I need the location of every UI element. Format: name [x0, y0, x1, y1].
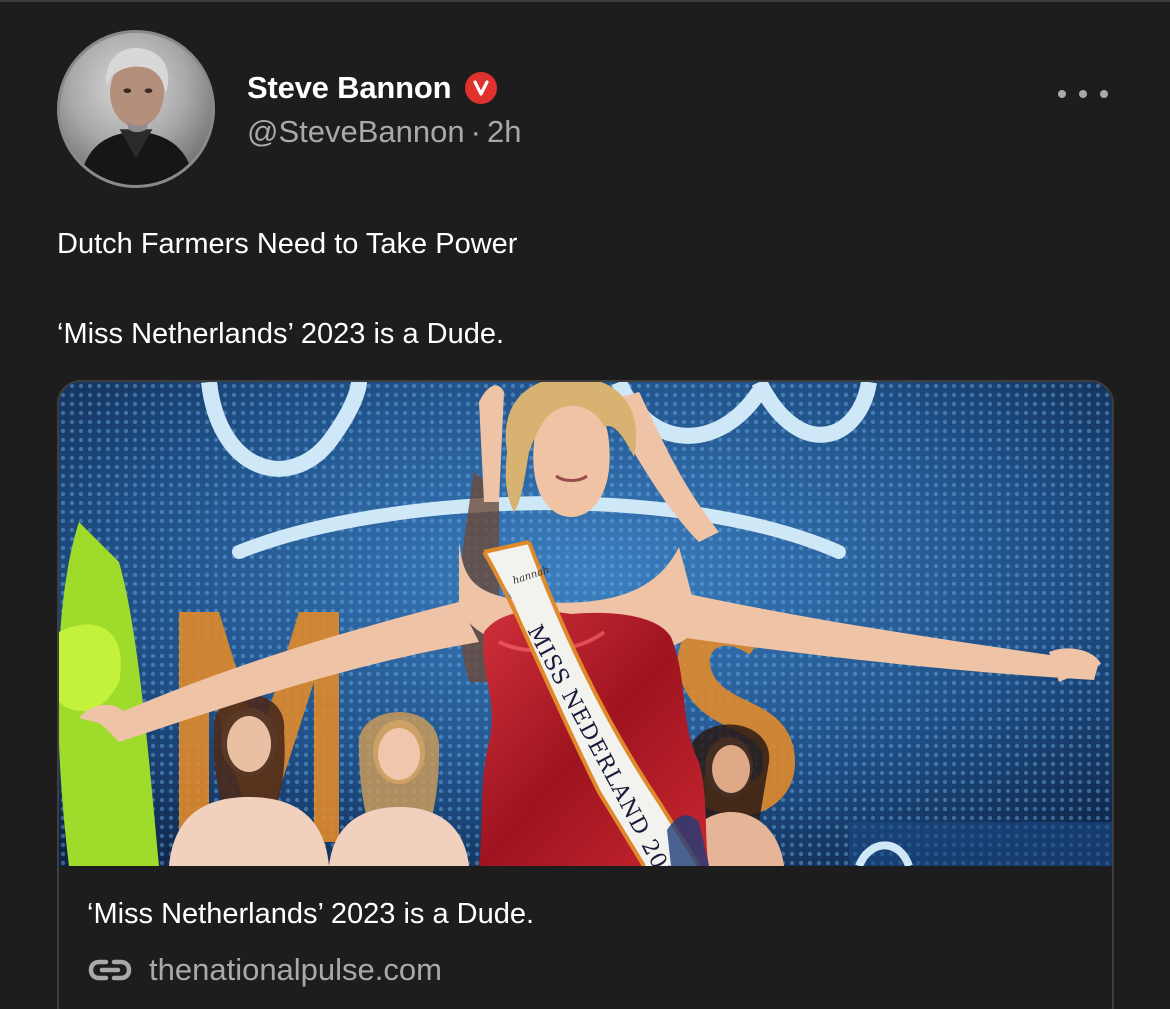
pageant-photo: hannah MISS NEDERLAND 202 — [59, 382, 1112, 866]
post-time[interactable]: 2h — [487, 114, 521, 149]
author-name[interactable]: Steve Bannon — [247, 70, 452, 106]
dot-icon — [1058, 90, 1066, 98]
post-text-line-2: ‘Miss Netherlands’ 2023 is a Dude. — [57, 318, 505, 350]
link-preview-image[interactable]: hannah MISS NEDERLAND 202 — [59, 382, 1112, 866]
link-domain[interactable]: thenationalpulse.com — [149, 952, 442, 988]
verified-badge-icon — [465, 72, 498, 104]
avatar-photo — [79, 48, 195, 185]
link-icon — [87, 954, 133, 986]
link-preview-source[interactable]: thenationalpulse.com — [87, 952, 442, 988]
dot-icon — [1079, 90, 1087, 98]
more-options-button[interactable] — [1058, 82, 1108, 106]
meta-separator: · — [470, 114, 481, 149]
author-handle[interactable]: @SteveBannon — [247, 114, 465, 149]
post: Steve Bannon @SteveBannon · 2h Dutch Farme… — [0, 0, 1170, 1009]
link-preview-title[interactable]: ‘Miss Netherlands’ 2023 is a Dude. — [87, 898, 534, 931]
avatar[interactable] — [57, 30, 215, 188]
dot-icon — [1100, 90, 1108, 98]
post-meta: @SteveBannon · 2h — [247, 114, 521, 150]
link-preview-card[interactable]: hannah MISS NEDERLAND 202 ‘Miss Netherla… — [57, 380, 1114, 1009]
verified-v-glyph — [473, 80, 489, 96]
post-text-line-1: Dutch Farmers Need to Take Power — [57, 228, 518, 260]
author-row: Steve Bannon — [247, 70, 498, 106]
